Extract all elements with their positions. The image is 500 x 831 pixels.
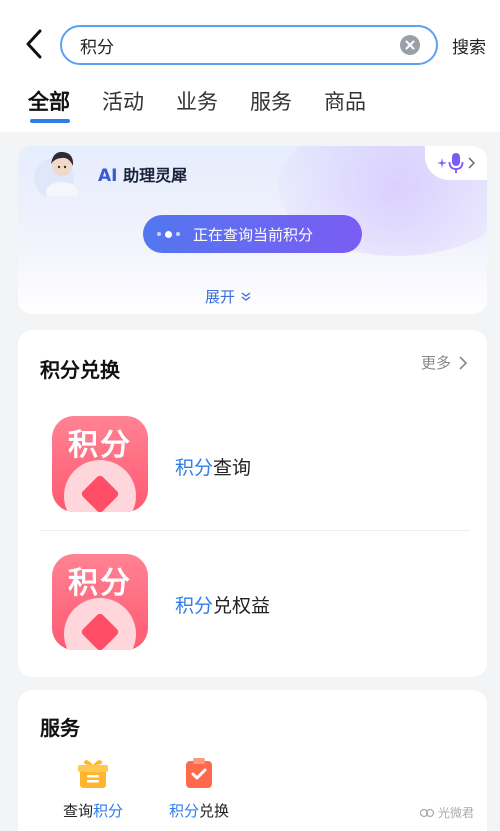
category-tabs: 全部 活动 业务 服务 商品 bbox=[28, 86, 398, 123]
service-query-points[interactable]: 查询积分 bbox=[48, 756, 138, 821]
item-label-highlight: 积分 bbox=[175, 595, 214, 617]
services-card: 服务 查询积分 积分兑换 bbox=[18, 690, 487, 831]
assistant-avatar bbox=[34, 151, 78, 196]
section-title: 积分兑换 bbox=[40, 358, 120, 382]
sparkle-icon bbox=[437, 158, 447, 168]
app-icon-label: 积分 bbox=[68, 428, 132, 463]
expand-button[interactable]: 展开 bbox=[205, 286, 252, 307]
assistant-name: AI 助理灵犀 bbox=[98, 162, 187, 186]
points-exchange-card: 积分兑换 更多 积分 积分查询 积分 积分兑权益 bbox=[18, 330, 487, 677]
assistant-name-text: 助理灵犀 bbox=[123, 166, 188, 185]
double-chevron-down-icon bbox=[241, 292, 251, 301]
logo-icon bbox=[420, 808, 434, 817]
query-status-pill[interactable]: 正在查询当前积分 bbox=[143, 215, 362, 253]
item-label: 积分兑权益 bbox=[175, 591, 270, 618]
more-label: 更多 bbox=[420, 354, 451, 372]
service-label-suffix: 兑换 bbox=[199, 802, 230, 820]
chevron-right-icon bbox=[468, 157, 475, 169]
search-query-text: 积分 bbox=[80, 37, 114, 58]
loading-dots-icon bbox=[143, 230, 193, 238]
section-title: 服务 bbox=[40, 716, 80, 740]
item-label-rest: 兑权益 bbox=[213, 595, 271, 617]
tab-activities[interactable]: 活动 bbox=[102, 86, 144, 116]
list-item-points-query[interactable]: 积分 积分查询 bbox=[18, 392, 487, 528]
tab-services[interactable]: 服务 bbox=[250, 86, 292, 116]
service-label-highlight: 积分 bbox=[168, 802, 199, 820]
tab-products[interactable]: 商品 bbox=[324, 86, 366, 116]
active-tab-indicator bbox=[30, 119, 70, 123]
points-app-icon: 积分 bbox=[52, 554, 148, 650]
service-label-highlight: 积分 bbox=[93, 802, 124, 820]
more-button[interactable]: 更多 bbox=[421, 352, 467, 373]
tab-label: 全部 bbox=[28, 90, 70, 114]
watermark-text: 光微君 bbox=[438, 806, 475, 820]
top-bar: 积分 搜索 全部 活动 业务 服务 商品 bbox=[0, 0, 500, 132]
list-item-points-redeem[interactable]: 积分 积分兑权益 bbox=[18, 530, 487, 666]
tab-business[interactable]: 业务 bbox=[176, 86, 218, 116]
query-status-text: 正在查询当前积分 bbox=[193, 225, 314, 244]
chevron-left-icon bbox=[26, 29, 42, 59]
item-label-highlight: 积分 bbox=[175, 457, 214, 479]
tab-label: 活动 bbox=[102, 90, 144, 114]
app-icon-label: 积分 bbox=[68, 566, 132, 601]
points-app-icon: 积分 bbox=[52, 416, 148, 512]
search-button[interactable]: 搜索 bbox=[452, 33, 486, 58]
service-label: 查询积分 bbox=[48, 800, 138, 821]
tab-label: 服务 bbox=[250, 90, 292, 114]
service-label: 积分兑换 bbox=[154, 800, 244, 821]
watermark: 光微君 bbox=[420, 804, 474, 821]
clipboard-check-icon bbox=[182, 756, 216, 790]
microphone-icon bbox=[448, 153, 464, 173]
tab-all[interactable]: 全部 bbox=[28, 86, 70, 123]
expand-label: 展开 bbox=[205, 288, 236, 306]
search-input[interactable]: 积分 bbox=[60, 25, 438, 65]
tab-label: 业务 bbox=[176, 90, 218, 114]
clear-icon[interactable] bbox=[400, 35, 420, 55]
back-button[interactable] bbox=[18, 28, 50, 60]
tab-label: 商品 bbox=[324, 90, 366, 114]
service-label-prefix: 查询 bbox=[62, 802, 93, 820]
item-label: 积分查询 bbox=[175, 453, 251, 480]
service-points-exchange[interactable]: 积分兑换 bbox=[154, 756, 244, 821]
voice-input-button[interactable] bbox=[425, 146, 487, 180]
chevron-right-icon bbox=[459, 355, 467, 370]
ai-assistant-card: AI 助理灵犀 正在查询当前积分 展开 bbox=[18, 146, 487, 314]
assistant-name-prefix: AI bbox=[98, 166, 118, 186]
gift-box-icon bbox=[76, 756, 110, 790]
item-label-rest: 查询 bbox=[213, 457, 252, 479]
